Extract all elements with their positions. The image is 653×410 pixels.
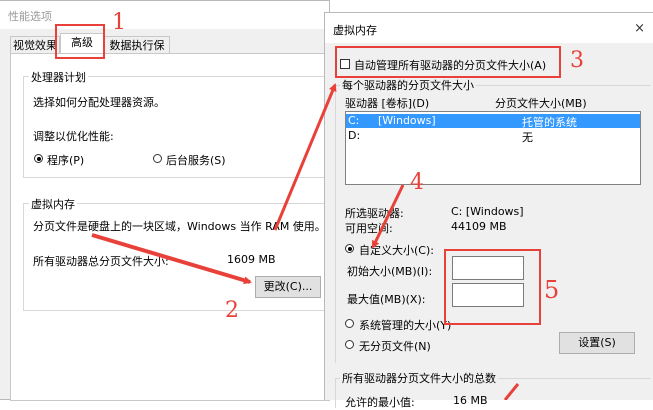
arrow-to-change-button [91, 233, 252, 285]
arrow-to-auto-manage [273, 83, 337, 231]
arrow-bottom-partial [503, 383, 520, 400]
arrow-to-custom-size [371, 184, 405, 249]
annotation-arrows [91, 83, 520, 400]
